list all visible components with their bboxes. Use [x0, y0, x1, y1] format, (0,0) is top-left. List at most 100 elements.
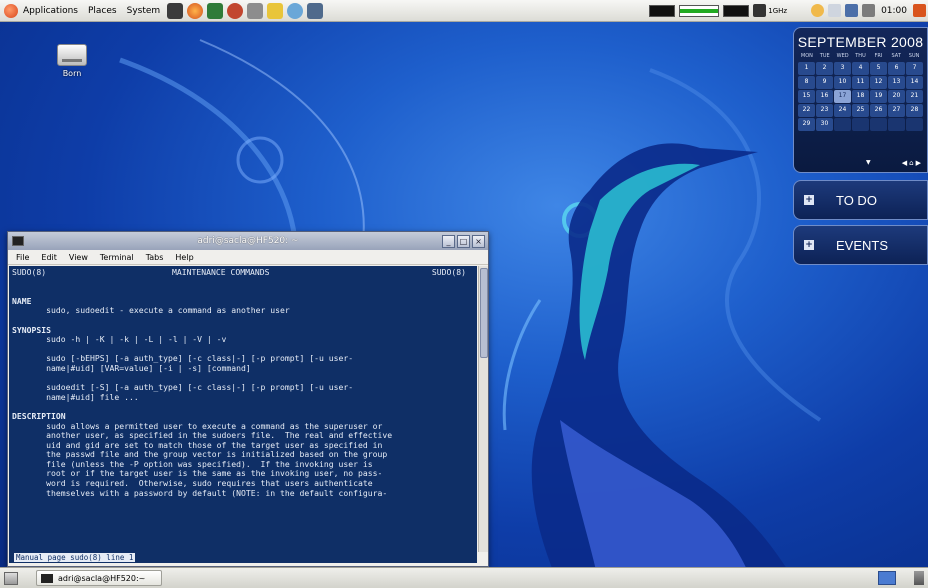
- window-title: adri@sacla@HF520: ~: [197, 236, 299, 246]
- cpufreq-icon[interactable]: [753, 4, 767, 17]
- terminal-scrollbar[interactable]: [478, 266, 488, 552]
- taskbar-terminal-button[interactable]: adri@sacla@HF520:~: [36, 570, 162, 586]
- calendar-day[interactable]: 19: [870, 90, 887, 103]
- calendar-day[interactable]: 25: [852, 104, 869, 117]
- events-widget[interactable]: + EVENTS: [793, 225, 928, 265]
- show-desktop-icon[interactable]: [4, 571, 18, 585]
- events-title: EVENTS: [836, 237, 889, 253]
- calendar-day[interactable]: 11: [852, 76, 869, 89]
- calendar-expand-icon[interactable]: ▼: [866, 159, 871, 166]
- calendar-day[interactable]: 30: [816, 118, 833, 131]
- calendar-day[interactable]: 10: [834, 76, 851, 89]
- weekday-label: MON: [800, 53, 813, 59]
- calendar-day[interactable]: 4: [852, 62, 869, 75]
- man-header: SUDO(8) MAINTENANCE COMMANDS SUDO(8): [12, 267, 474, 278]
- menu-terminal[interactable]: Terminal: [94, 253, 140, 262]
- calendar-day[interactable]: 24: [834, 104, 851, 117]
- menu-view[interactable]: View: [63, 253, 94, 262]
- description-text: sudo allows a permitted user to execute …: [46, 420, 383, 431]
- todo-widget[interactable]: + TO DO: [793, 180, 928, 220]
- calendar-day[interactable]: 5: [870, 62, 887, 75]
- drive-icon: [57, 44, 87, 66]
- network-meter: [723, 4, 750, 17]
- weekday-label: THU: [855, 53, 866, 59]
- editor-icon[interactable]: [247, 2, 264, 19]
- places-menu[interactable]: Places: [83, 0, 122, 22]
- pager-status-text: Manual page sudo(8) line 1: [14, 553, 136, 562]
- notes-icon[interactable]: [828, 4, 842, 17]
- applications-menu[interactable]: Applications: [18, 0, 83, 22]
- menu-edit[interactable]: Edit: [35, 253, 63, 262]
- menu-tabs[interactable]: Tabs: [140, 253, 170, 262]
- next-month-icon[interactable]: ▶: [916, 159, 921, 167]
- firefox-icon[interactable]: [187, 2, 204, 19]
- taskbar-label: adri@sacla@HF520:~: [58, 573, 146, 583]
- chat-icon[interactable]: [227, 2, 244, 19]
- terminal-titlebar[interactable]: adri@sacla@HF520: ~ _ □ ×: [8, 232, 488, 250]
- calendar-day[interactable]: 29: [798, 118, 815, 131]
- system-menu[interactable]: System: [122, 0, 166, 22]
- calendar-title: SEPTEMBER 2008: [797, 34, 924, 50]
- distro-logo-icon[interactable]: [4, 3, 18, 18]
- calendar-day[interactable]: 3: [834, 62, 851, 75]
- weekday-label: SAT: [891, 53, 901, 59]
- calendar-day[interactable]: 27: [888, 104, 905, 117]
- calendar-day[interactable]: 28: [906, 104, 923, 117]
- weekday-label: WED: [836, 53, 849, 59]
- calendar-day[interactable]: 18: [852, 90, 869, 103]
- description-line: themselves with a password by default (N…: [12, 488, 474, 499]
- calendar-day[interactable]: 13: [888, 76, 905, 89]
- scrollbar-thumb[interactable]: [480, 268, 488, 358]
- shutdown-icon[interactable]: [913, 4, 926, 17]
- calendar-day[interactable]: 17: [834, 90, 851, 103]
- calendar-empty-cell: [906, 118, 923, 131]
- menu-help[interactable]: Help: [169, 253, 199, 262]
- synopsis-line: sudo -h | -K | -k | -L | -l | -V | -v: [12, 334, 474, 345]
- home-month-icon[interactable]: ⌂: [909, 159, 913, 167]
- weather-icon[interactable]: [287, 2, 304, 19]
- workspace-switcher[interactable]: [878, 571, 896, 585]
- trash-icon[interactable]: [914, 571, 924, 585]
- calendar-day[interactable]: 16: [816, 90, 833, 103]
- messenger-icon[interactable]: [207, 2, 224, 19]
- pager-status: Manual page sudo(8) line 1: [9, 552, 477, 563]
- calendar-grid: 1 2 3 4 5 6 7 8 9 10 11 12 13 14 15 16 17 18 19 20 21 22 23 24 2…: [798, 62, 923, 131]
- calendar-day[interactable]: 6: [888, 62, 905, 75]
- network-status-icon[interactable]: [845, 4, 859, 17]
- todo-title: TO DO: [836, 192, 877, 208]
- calendar-day[interactable]: 2: [816, 62, 833, 75]
- calendar-day[interactable]: 14: [906, 76, 923, 89]
- header-center: MAINTENANCE COMMANDS: [172, 267, 270, 277]
- package-icon[interactable]: [267, 2, 284, 19]
- clock[interactable]: 01:00: [877, 6, 911, 16]
- calendar-day[interactable]: 15: [798, 90, 815, 103]
- calendar-day[interactable]: 22: [798, 104, 815, 117]
- calendar-day[interactable]: 9: [816, 76, 833, 89]
- volume-icon[interactable]: [862, 4, 876, 17]
- network-icon[interactable]: [307, 2, 324, 19]
- file-manager-icon[interactable]: [167, 2, 184, 19]
- prev-month-icon[interactable]: ◀: [902, 159, 907, 167]
- terminal-window: adri@sacla@HF520: ~ _ □ × File Edit View…: [7, 231, 489, 567]
- todo-expand-icon[interactable]: +: [804, 195, 814, 205]
- calendar-empty-cell: [888, 118, 905, 131]
- calendar-day[interactable]: 1: [798, 62, 815, 75]
- menu-file[interactable]: File: [10, 253, 35, 262]
- calendar-day[interactable]: 21: [906, 90, 923, 103]
- bottom-panel: adri@sacla@HF520:~: [0, 567, 928, 588]
- calendar-day[interactable]: 12: [870, 76, 887, 89]
- search-icon[interactable]: [811, 4, 825, 17]
- desktop-icon-born[interactable]: Born: [52, 44, 92, 78]
- calendar-empty-cell: [834, 118, 851, 131]
- description-text: another user, as specified in the sudoer…: [46, 430, 393, 441]
- calendar-day[interactable]: 7: [906, 62, 923, 75]
- calendar-day[interactable]: 26: [870, 104, 887, 117]
- calendar-day[interactable]: 8: [798, 76, 815, 89]
- calendar-day[interactable]: 23: [816, 104, 833, 117]
- terminal-output[interactable]: SUDO(8) MAINTENANCE COMMANDS SUDO(8) NAME …: [9, 266, 477, 552]
- calendar-day[interactable]: 20: [888, 90, 905, 103]
- weekday-label: FRI: [874, 53, 883, 59]
- events-expand-icon[interactable]: +: [804, 240, 814, 250]
